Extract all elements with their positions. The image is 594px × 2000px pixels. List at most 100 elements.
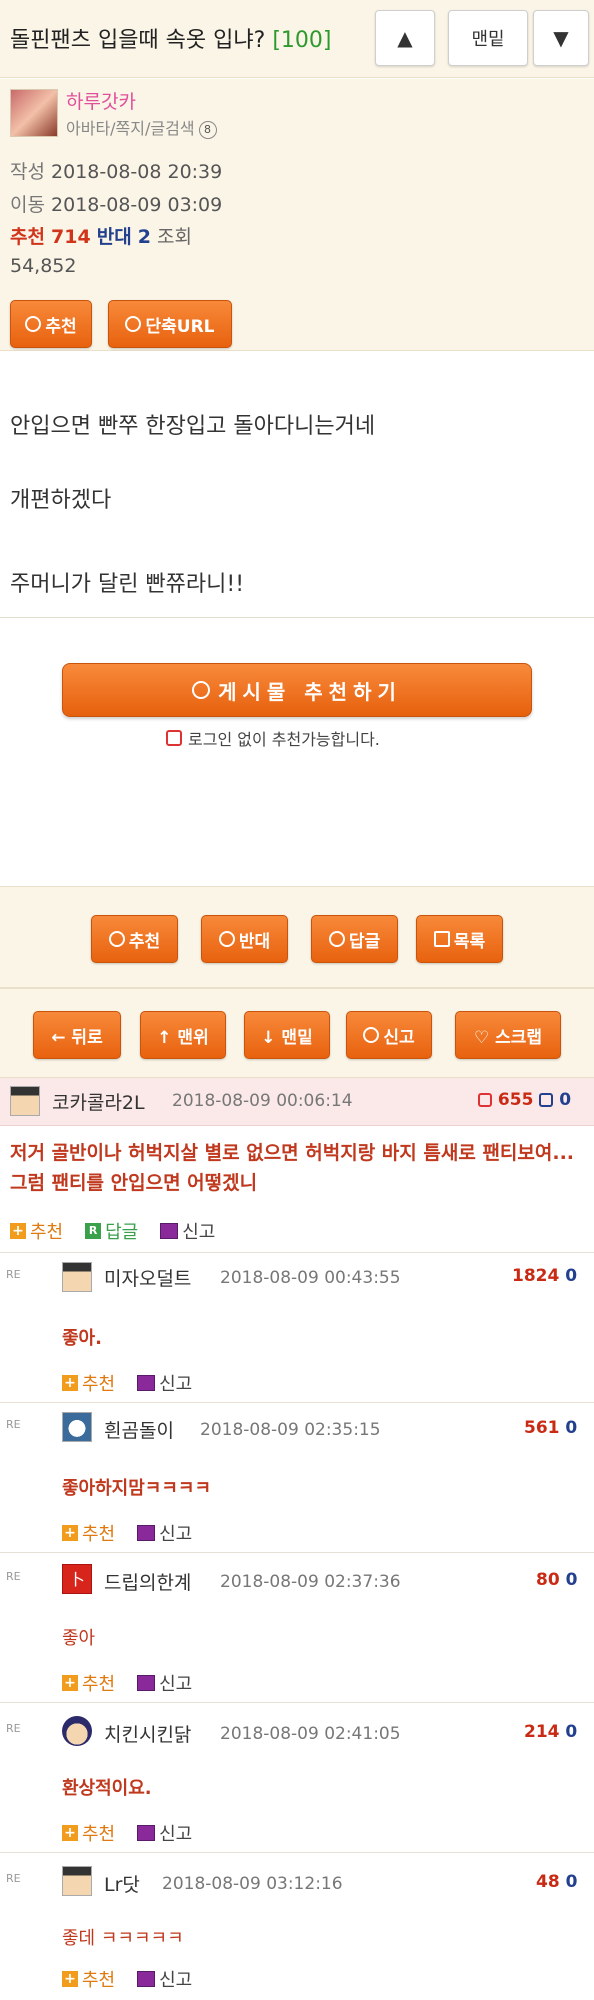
reply-name[interactable]: 드립의한계 xyxy=(104,1568,191,1595)
reply-avatar[interactable]: 卜 xyxy=(62,1564,92,1594)
report-icon xyxy=(137,1971,156,1987)
reply-avatar[interactable] xyxy=(62,1866,92,1896)
reply-down: 0 xyxy=(565,1570,578,1590)
circle-icon xyxy=(192,681,211,699)
reply-report[interactable]: 신고 xyxy=(137,1820,192,1846)
reply-name[interactable]: 흰곰돌이 xyxy=(104,1416,174,1443)
report-text: 신고 xyxy=(182,1222,216,1243)
recommend-button[interactable]: 추천 xyxy=(10,300,92,348)
back-button[interactable]: ← 뒤로 xyxy=(33,1011,121,1059)
views-label: 조회 xyxy=(157,226,192,248)
post-line-2: 개편하겠다 xyxy=(10,488,112,513)
reply-name[interactable]: 치킨시킨닭 xyxy=(104,1720,191,1747)
reply-up: 214 xyxy=(524,1722,560,1742)
comment-divider xyxy=(0,1702,594,1703)
down-count: 2 xyxy=(137,226,151,248)
up-label: 추천 xyxy=(10,226,45,248)
re-tag: RE xyxy=(6,1418,21,1431)
views-count: 54,852 xyxy=(10,255,77,277)
action-bar-primary: 추천 반대 답글 목록 xyxy=(0,886,594,988)
comment-count[interactable]: [100] xyxy=(272,28,331,53)
reply-actions: + 추천 신고 xyxy=(62,1966,192,1992)
reply-report[interactable]: 신고 xyxy=(137,1966,192,1992)
reply-down: 0 xyxy=(565,1872,578,1892)
re-tag: RE xyxy=(6,1872,21,1885)
post-title: 돌핀팬츠 입을때 속옷 입냐? [100] xyxy=(10,22,331,54)
reply-avatar[interactable] xyxy=(62,1412,92,1442)
comment-recommend[interactable]: + 추천 xyxy=(10,1218,63,1244)
reply-avatar[interactable] xyxy=(62,1262,92,1292)
short-url-button[interactable]: 단축URL xyxy=(108,300,232,348)
comment-reply[interactable]: R 답글 xyxy=(85,1218,138,1244)
action-reply[interactable]: 답글 xyxy=(311,915,398,963)
reply-recommend[interactable]: + 추천 xyxy=(62,1670,115,1696)
author-panel: 하루갓카 아바타/쪽지/글검색 8 작성 2018-08-08 20:39 이동 … xyxy=(0,79,594,351)
author-name[interactable]: 하루갓카 xyxy=(66,87,136,114)
reply-date: 2018-08-09 00:43:55 xyxy=(220,1268,401,1288)
recommend-text: 추천 xyxy=(30,1222,64,1243)
report-icon xyxy=(137,1525,156,1541)
reply-down: 0 xyxy=(565,1418,578,1438)
comment-report[interactable]: 신고 xyxy=(160,1218,215,1244)
report-icon xyxy=(137,1375,156,1391)
action-oppose[interactable]: 반대 xyxy=(201,915,288,963)
commenter-name[interactable]: 코카콜라2L xyxy=(52,1088,145,1115)
action-label: 목록 xyxy=(453,931,486,952)
go-top-button[interactable]: ↑ 맨위 xyxy=(140,1011,226,1059)
reply-score: 80 0 xyxy=(536,1570,577,1590)
reply-recommend[interactable]: + 추천 xyxy=(62,1966,115,1992)
go-bottom-button[interactable]: 맨밑 xyxy=(448,10,528,66)
login-note: 로그인 없이 추천가능합니다. xyxy=(166,726,380,750)
post-header: 돌핀팬츠 입을때 속옷 입냐? [100] ▲ 맨밑 ▼ xyxy=(0,0,594,78)
reply-avatar[interactable] xyxy=(62,1716,92,1746)
re-tag: RE xyxy=(6,1570,21,1583)
reply-name[interactable]: Lr닷 xyxy=(104,1870,140,1897)
reply-up: 1824 xyxy=(512,1266,560,1286)
action-label: 답글 xyxy=(348,931,381,952)
commenter-avatar[interactable] xyxy=(10,1086,40,1116)
recommend-text: 추천 xyxy=(82,1824,116,1845)
triangle-up-icon: ▲ xyxy=(397,26,413,50)
comment-down: 0 xyxy=(559,1090,572,1110)
scrap-button[interactable]: ♡ 스크랩 xyxy=(455,1011,561,1059)
comment-date: 2018-08-09 00:06:14 xyxy=(172,1091,353,1111)
author-avatar[interactable] xyxy=(10,89,58,137)
post-line-1: 안입으면 빤쭈 한장입고 돌아다니는거네 xyxy=(10,414,376,439)
reply-recommend[interactable]: + 추천 xyxy=(62,1820,115,1846)
comment-divider xyxy=(0,1852,594,1853)
reply-text: 좋아 xyxy=(62,1628,96,1649)
report-text: 신고 xyxy=(159,1824,193,1845)
scroll-down-button[interactable]: ▼ xyxy=(533,10,589,66)
report-label: 신고 xyxy=(383,1027,415,1048)
post-recommend-button[interactable]: 게시물 추천하기 xyxy=(62,663,532,717)
x-circle-icon xyxy=(218,931,235,947)
top-comment-header: 코카콜라2L 2018-08-09 00:06:14 655 0 xyxy=(0,1078,594,1126)
reply-recommend[interactable]: + 추천 xyxy=(62,1520,115,1546)
reply-name[interactable]: 미자오덜트 xyxy=(104,1264,191,1291)
thumbs-down-icon[interactable] xyxy=(539,1093,554,1107)
reply-up: 48 xyxy=(536,1872,560,1892)
short-url-label: 단축URL xyxy=(145,316,215,337)
recommend-text: 추천 xyxy=(82,1674,116,1695)
up-count: 714 xyxy=(51,226,91,248)
comment-score: 655 0 xyxy=(478,1090,571,1110)
scroll-up-button[interactable]: ▲ xyxy=(375,10,435,66)
action-list[interactable]: 목록 xyxy=(416,915,503,963)
report-text: 신고 xyxy=(159,1674,193,1695)
reply-report[interactable]: 신고 xyxy=(137,1520,192,1546)
reply-report[interactable]: 신고 xyxy=(137,1370,192,1396)
list-icon xyxy=(433,931,450,947)
comment-actions: + 추천 R 답글 신고 xyxy=(10,1218,215,1244)
reply-up: 80 xyxy=(536,1570,560,1590)
report-button[interactable]: 신고 xyxy=(346,1011,432,1059)
reply-report[interactable]: 신고 xyxy=(137,1670,192,1696)
moved-label: 이동 xyxy=(10,194,45,216)
title-text: 돌핀팬츠 입을때 속옷 입냐? xyxy=(10,28,266,53)
author-links-text[interactable]: 아바타/쪽지/글검색 xyxy=(66,119,195,138)
action-recommend[interactable]: 추천 xyxy=(91,915,178,963)
author-links[interactable]: 아바타/쪽지/글검색 8 xyxy=(66,115,217,139)
reply-recommend[interactable]: + 추천 xyxy=(62,1370,115,1396)
thumbs-up-icon[interactable] xyxy=(478,1093,492,1107)
reply-circle-icon xyxy=(328,931,345,947)
go-bottom-button-2[interactable]: ↓ 맨밑 xyxy=(244,1011,330,1059)
